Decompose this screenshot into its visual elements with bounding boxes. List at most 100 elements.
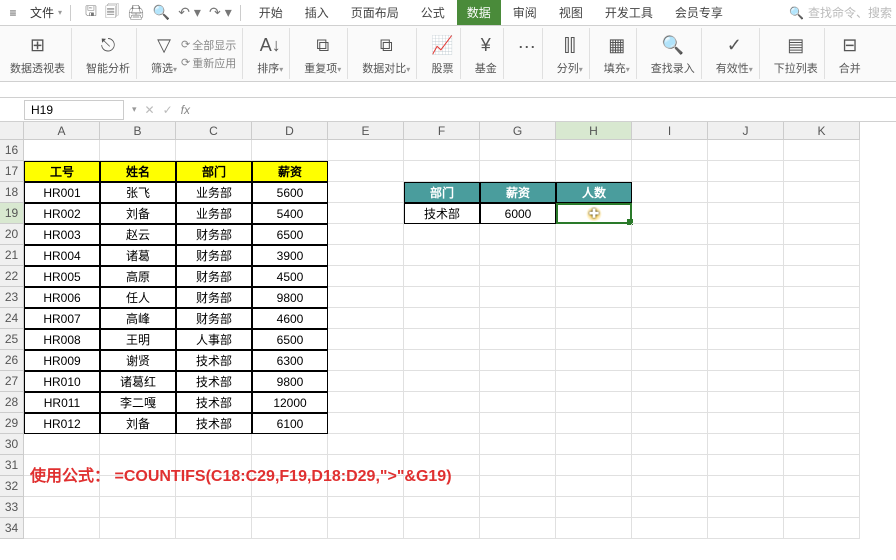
cell[interactable]	[708, 140, 784, 161]
cell[interactable]	[632, 182, 708, 203]
cell[interactable]	[480, 413, 556, 434]
cell[interactable]	[708, 224, 784, 245]
cell[interactable]	[708, 245, 784, 266]
cell[interactable]	[480, 161, 556, 182]
row-header[interactable]: 27	[0, 371, 24, 392]
file-dropdown-icon[interactable]: ▾	[58, 8, 62, 17]
cell[interactable]	[328, 329, 404, 350]
cell[interactable]	[556, 392, 632, 413]
cell[interactable]	[556, 266, 632, 287]
cell[interactable]	[480, 224, 556, 245]
cell-id[interactable]: HR005	[24, 266, 100, 287]
cell[interactable]	[556, 518, 632, 539]
name-dropdown-icon[interactable]: ▾	[132, 104, 137, 115]
cell-dept[interactable]: 技术部	[176, 371, 252, 392]
fill-button[interactable]: ▦ 填充▾	[598, 28, 637, 79]
header-name[interactable]: 姓名	[100, 161, 176, 182]
cell[interactable]	[328, 434, 404, 455]
cell[interactable]	[708, 476, 784, 497]
cell[interactable]	[556, 140, 632, 161]
col-header[interactable]: C	[176, 122, 252, 140]
cell[interactable]	[252, 518, 328, 539]
row-header[interactable]: 32	[0, 476, 24, 497]
cell[interactable]	[632, 203, 708, 224]
cell[interactable]	[556, 434, 632, 455]
cell-salary[interactable]: 6500	[252, 224, 328, 245]
row-header[interactable]: 16	[0, 140, 24, 161]
split-button[interactable]: ⫿⫿ 分列▾	[551, 28, 590, 79]
save-as-icon[interactable]: 🗐	[105, 1, 119, 25]
cell[interactable]	[632, 392, 708, 413]
cell-dept[interactable]: 人事部	[176, 329, 252, 350]
cell[interactable]	[404, 392, 480, 413]
cell[interactable]	[404, 497, 480, 518]
side-cell-dept[interactable]: 技术部	[404, 203, 480, 224]
cell-dept[interactable]: 财务部	[176, 287, 252, 308]
cell-name[interactable]: 谢贤	[100, 350, 176, 371]
cell-name[interactable]: 李二嘎	[100, 392, 176, 413]
worksheet[interactable]: A B C D E F G H I J K 16 17 工号 姓名 部门 薪资 …	[0, 122, 896, 539]
cell[interactable]	[708, 182, 784, 203]
cell[interactable]	[784, 413, 860, 434]
cell[interactable]	[556, 350, 632, 371]
preview-icon[interactable]: 🔍	[153, 4, 170, 21]
row-header[interactable]: 21	[0, 245, 24, 266]
side-header-salary[interactable]: 薪资	[480, 182, 556, 203]
cell[interactable]	[784, 287, 860, 308]
cell-salary[interactable]: 6100	[252, 413, 328, 434]
cell[interactable]	[328, 287, 404, 308]
cell[interactable]	[328, 518, 404, 539]
cell[interactable]	[784, 224, 860, 245]
cell[interactable]	[556, 161, 632, 182]
cell[interactable]	[404, 518, 480, 539]
header-id[interactable]: 工号	[24, 161, 100, 182]
cell[interactable]	[480, 497, 556, 518]
cell[interactable]	[708, 434, 784, 455]
cell-dept[interactable]: 技术部	[176, 350, 252, 371]
cell-salary[interactable]: 6300	[252, 350, 328, 371]
cell-salary[interactable]: 4600	[252, 308, 328, 329]
tab-insert[interactable]: 插入	[295, 0, 339, 25]
col-header[interactable]: I	[632, 122, 708, 140]
cell-name[interactable]: 诸葛	[100, 245, 176, 266]
cell[interactable]	[252, 140, 328, 161]
cell-name[interactable]: 张飞	[100, 182, 176, 203]
col-header[interactable]: K	[784, 122, 860, 140]
tab-view[interactable]: 视图	[549, 0, 593, 25]
cell[interactable]	[556, 476, 632, 497]
cell[interactable]	[404, 413, 480, 434]
tab-review[interactable]: 审阅	[503, 0, 547, 25]
row-header[interactable]: 33	[0, 497, 24, 518]
compare-button[interactable]: ⧉ 数据对比▾	[356, 28, 417, 79]
cell-name[interactable]: 王明	[100, 329, 176, 350]
cell[interactable]	[328, 224, 404, 245]
header-dept[interactable]: 部门	[176, 161, 252, 182]
cell-id[interactable]: HR001	[24, 182, 100, 203]
cell-name[interactable]: 任人	[100, 287, 176, 308]
select-all-corner[interactable]	[0, 122, 24, 140]
cell[interactable]	[708, 161, 784, 182]
cell[interactable]	[632, 266, 708, 287]
save-icon[interactable]: 🖫	[85, 1, 97, 25]
undo-icon[interactable]: ↶	[178, 4, 190, 21]
search-box[interactable]: 🔍 查找命令、搜索	[789, 4, 892, 21]
cell[interactable]	[784, 371, 860, 392]
cell[interactable]	[252, 497, 328, 518]
redo-dropdown-icon[interactable]: ▾	[225, 4, 232, 21]
row-header[interactable]: 17	[0, 161, 24, 182]
cell[interactable]	[404, 266, 480, 287]
cell[interactable]	[784, 434, 860, 455]
cell[interactable]	[784, 497, 860, 518]
tab-home[interactable]: 开始	[249, 0, 293, 25]
cell[interactable]	[404, 350, 480, 371]
cell[interactable]	[404, 434, 480, 455]
cell[interactable]	[404, 329, 480, 350]
cell-id[interactable]: HR008	[24, 329, 100, 350]
validity-button[interactable]: ✓ 有效性▾	[710, 28, 760, 79]
cell-dept[interactable]: 技术部	[176, 392, 252, 413]
cell-salary[interactable]: 9800	[252, 371, 328, 392]
col-header[interactable]: E	[328, 122, 404, 140]
cell-id[interactable]: HR002	[24, 203, 100, 224]
formula-input[interactable]	[198, 100, 896, 119]
cell[interactable]	[480, 371, 556, 392]
